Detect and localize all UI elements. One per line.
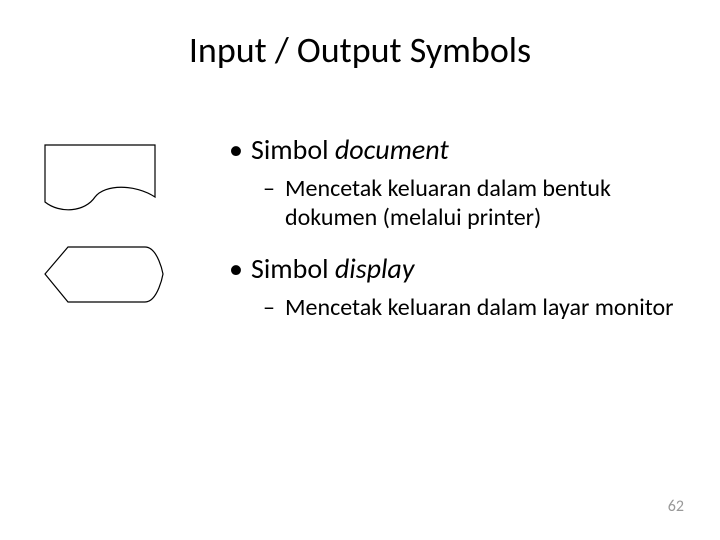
text-column: • Simbol document – Mencetak keluaran da… <box>215 132 680 340</box>
bullet-marker: • <box>225 132 251 167</box>
sub-label: Mencetak keluaran dalam layar monitor <box>285 294 680 323</box>
bullet-item: • Simbol display <box>225 251 680 286</box>
dash-marker: – <box>263 175 285 204</box>
document-symbol-icon <box>40 142 215 217</box>
content-area: • Simbol document – Mencetak keluaran da… <box>0 92 720 340</box>
page-number: 62 <box>668 497 684 516</box>
bullet-label: Simbol document <box>251 132 680 167</box>
bullet-item: • Simbol document <box>225 132 680 167</box>
bullet-label: Simbol display <box>251 251 680 286</box>
bullet-marker: • <box>225 251 251 286</box>
sub-item: – Mencetak keluaran dalam bentuk dokumen… <box>225 175 680 233</box>
dash-marker: – <box>263 294 285 323</box>
sub-item: – Mencetak keluaran dalam layar monitor <box>225 294 680 323</box>
sub-label: Mencetak keluaran dalam bentuk dokumen (… <box>285 175 680 233</box>
shapes-column <box>40 132 215 340</box>
display-symbol-icon <box>40 242 215 307</box>
slide-title: Input / Output Symbols <box>0 0 720 92</box>
